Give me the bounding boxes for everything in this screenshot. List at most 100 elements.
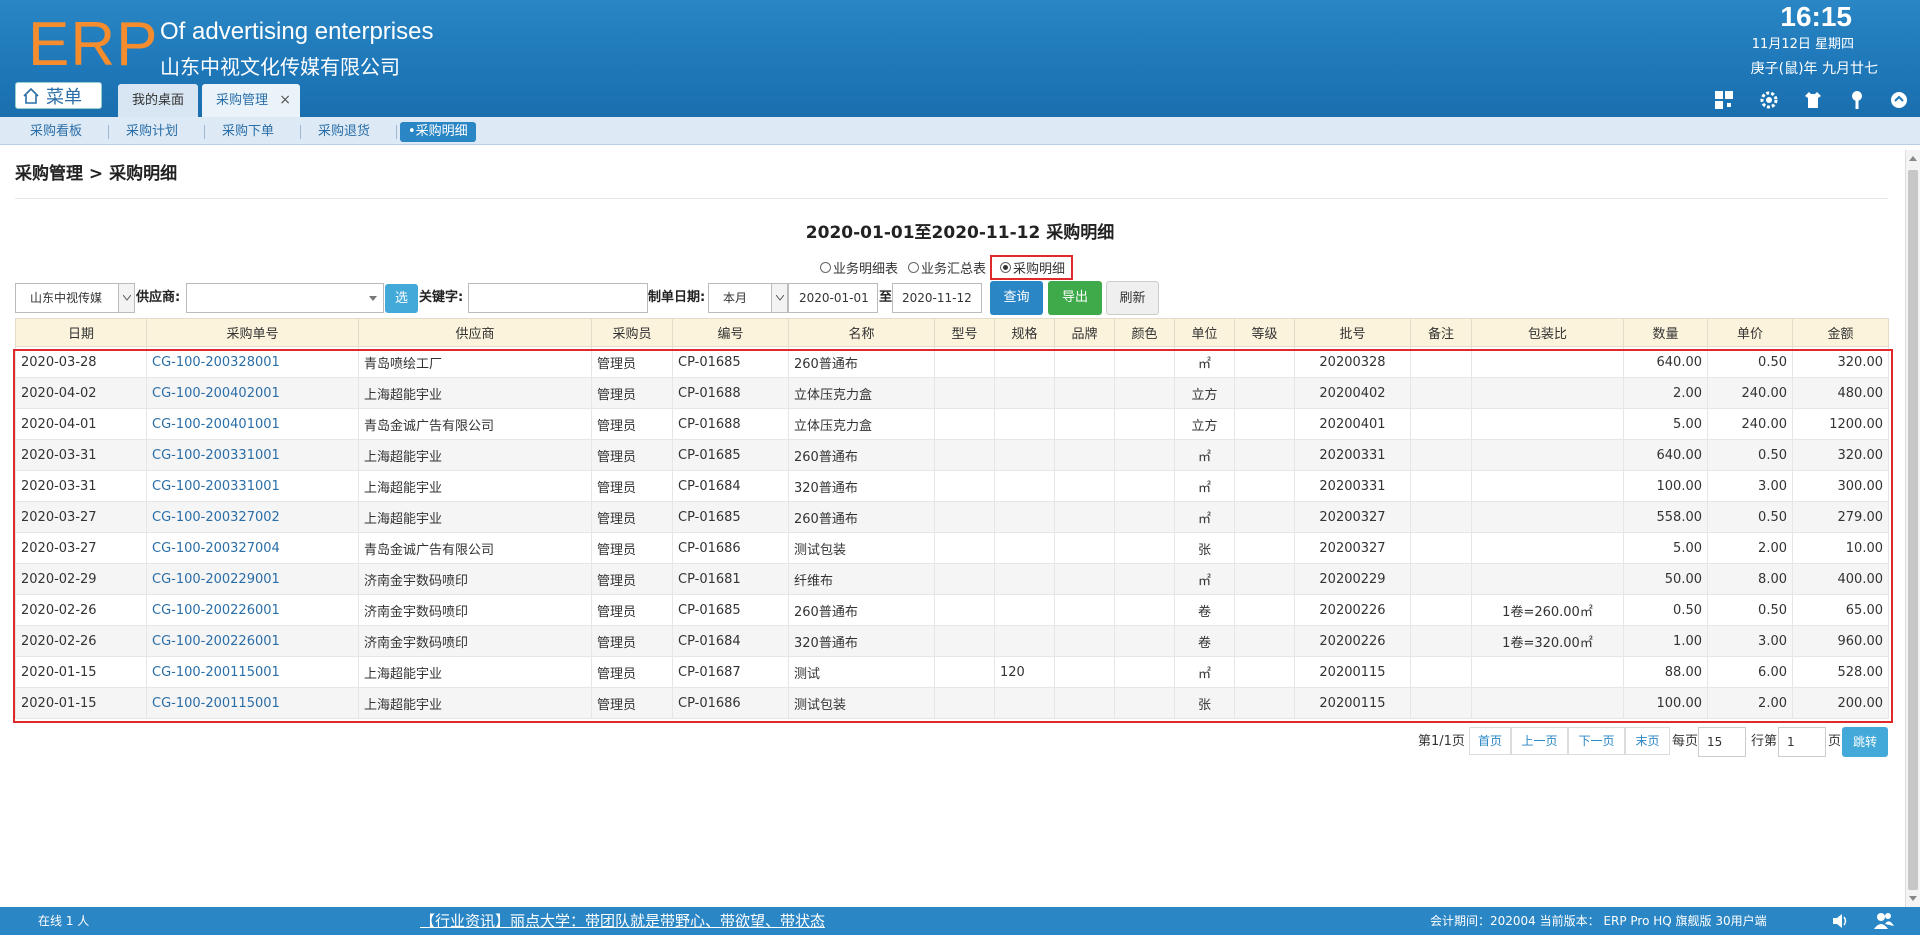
table-cell: 纤维布 [788,563,935,595]
close-tab-icon[interactable]: × [279,84,291,117]
menu-button[interactable]: 菜单 [15,82,102,109]
table-cell: 2.00 [1623,377,1708,409]
table-cell: 640.00 [1623,346,1708,378]
query-button[interactable]: 查询 [990,281,1043,315]
table-row[interactable]: 2020-02-29 CG-100-200229001 济南金宇数码喷印 管理员 CP-… [15,563,1889,595]
table-row[interactable]: 2020-01-15 CG-100-200115001 上海超能宇业 管理员 CP-01… [15,687,1889,719]
supplier-select[interactable] [186,283,384,313]
vertical-scrollbar[interactable] [1905,150,1920,907]
submenu-purchase-plan[interactable]: 采购计划 [126,122,178,142]
table-row[interactable]: 2020-04-01 CG-100-200401001 青岛金诚广告有限公司 管理员 C… [15,408,1889,440]
table-cell: 上海超能宇业 [358,377,592,409]
table-row[interactable]: 2020-03-27 CG-100-200327002 上海超能宇业 管理员 CP-01… [15,501,1889,533]
key-icon[interactable] [1846,89,1868,111]
radio-business-detail[interactable]: 业务明细表 [820,258,898,277]
company-select[interactable]: 山东中视传媒 [15,283,135,313]
table-cell: 260普通布 [788,439,935,471]
order-number-link[interactable]: CG-100-200327004 [146,532,359,564]
prev-page-link[interactable]: 上一页 [1511,727,1568,755]
table-row[interactable]: 2020-03-31 CG-100-200331001 上海超能宇业 管理员 CP-01… [15,470,1889,502]
table-row[interactable]: 2020-04-02 CG-100-200402001 上海超能宇业 管理员 CP-01… [15,377,1889,409]
table-cell [1054,501,1115,533]
table-cell [1054,594,1115,626]
order-number-link[interactable]: CG-100-200401001 [146,408,359,440]
scroll-down-icon[interactable] [1909,896,1917,901]
order-number-link[interactable]: CG-100-200331001 [146,439,359,471]
submenu-purchase-return[interactable]: 采购退货 [318,122,370,142]
column-header: 品牌 [1054,318,1115,347]
column-header: 日期 [15,318,147,347]
jump-button[interactable]: 跳转 [1842,727,1888,757]
divider [108,125,109,139]
table-cell: 240.00 [1707,377,1793,409]
collapse-up-icon[interactable] [1888,89,1910,111]
table-row[interactable]: 2020-01-15 CG-100-200115001 上海超能宇业 管理员 CP-01… [15,656,1889,688]
column-header: 批号 [1294,318,1411,347]
divider [396,125,397,139]
table-cell [1410,532,1472,564]
table-row[interactable]: 2020-03-28 CG-100-200328001 青岛喷绘工厂 管理员 CP-01… [15,346,1889,378]
order-number-link[interactable]: CG-100-200226001 [146,594,359,626]
table-cell: 2020-01-15 [15,656,147,688]
export-button[interactable]: 导出 [1048,281,1102,315]
table-cell: 2020-03-31 [15,439,147,471]
gear-icon[interactable] [1758,89,1780,111]
status-bar: 在线 1 人 【行业资讯】丽点大学：带团队就是带野心、带欲望、带状态 会计期间：… [0,907,1920,935]
keyword-input[interactable] [468,283,648,313]
next-page-link[interactable]: 下一页 [1568,727,1625,755]
scroll-up-icon[interactable] [1909,156,1917,161]
choose-supplier-button[interactable]: 选 [385,284,418,313]
table-row[interactable]: 2020-03-31 CG-100-200331001 上海超能宇业 管理员 CP-01… [15,439,1889,471]
order-number-link[interactable]: CG-100-200328001 [146,346,359,378]
date-from-input[interactable]: 2020-01-01 [788,283,878,313]
tab-purchase[interactable]: 采购管理 × [202,84,300,117]
tab-desktop[interactable]: 我的桌面 [118,84,198,117]
refresh-button[interactable]: 刷新 [1106,281,1159,315]
table-cell: 20200115 [1294,687,1411,719]
table-cell: CP-01685 [672,439,789,471]
supplier-label: 供应商: [136,290,181,305]
period-select[interactable]: 本月 [708,283,788,313]
table-cell: 640.00 [1623,439,1708,471]
news-link[interactable]: 【行业资讯】丽点大学：带团队就是带野心、带欲望、带状态 [420,907,825,935]
order-number-link[interactable]: CG-100-200115001 [146,656,359,688]
order-number-link[interactable]: CG-100-200229001 [146,563,359,595]
submenu-purchase-detail[interactable]: •采购明细 [400,122,476,142]
date-to-input[interactable]: 2020-11-12 [892,283,982,313]
table-cell: 管理员 [591,377,673,409]
order-number-link[interactable]: CG-100-200226001 [146,625,359,657]
order-number-link[interactable]: CG-100-200402001 [146,377,359,409]
online-count: 在线 1 人 [38,914,90,928]
speaker-icon[interactable] [1832,913,1850,929]
table-cell [1410,501,1472,533]
submenu-purchase-order[interactable]: 采购下单 [222,122,274,142]
page-number-input[interactable]: 1 [1778,727,1826,757]
users-icon[interactable] [1874,912,1894,930]
app-header: ERP Of advertising enterprises 山东中视文化传媒有… [0,0,1920,117]
submenu-purchase-board[interactable]: 采购看板 [30,122,82,142]
table-cell: 张 [1174,687,1235,719]
scrollbar-thumb[interactable] [1908,170,1918,890]
table-cell: 20200327 [1294,532,1411,564]
order-number-link[interactable]: CG-100-200331001 [146,470,359,502]
table-row[interactable]: 2020-03-27 CG-100-200327004 青岛金诚广告有限公司 管理员 C… [15,532,1889,564]
table-row[interactable]: 2020-02-26 CG-100-200226001 济南金宇数码喷印 管理员 CP-… [15,594,1889,626]
table-row[interactable]: 2020-02-26 CG-100-200226001 济南金宇数码喷印 管理员 CP-… [15,625,1889,657]
table-cell: 上海超能宇业 [358,439,592,471]
order-number-link[interactable]: CG-100-200327002 [146,501,359,533]
per-page-input[interactable]: 15 [1698,727,1746,757]
radio-purchase-detail[interactable]: 采购明细 [990,254,1074,280]
table-cell: 5.00 [1623,408,1708,440]
grid-apps-icon[interactable] [1713,89,1735,111]
order-number-link[interactable]: CG-100-200115001 [146,687,359,719]
table-cell: 320普通布 [788,625,935,657]
radio-label: 采购明细 [1013,261,1066,277]
shirt-icon[interactable] [1802,89,1824,111]
last-page-link[interactable]: 末页 [1625,727,1670,755]
table-cell: 2020-02-26 [15,594,147,626]
first-page-link[interactable]: 首页 [1469,727,1511,755]
column-header: 等级 [1234,318,1295,347]
table-cell: 管理员 [591,470,673,502]
radio-business-summary[interactable]: 业务汇总表 [908,258,986,277]
table-cell: 3.00 [1707,625,1793,657]
